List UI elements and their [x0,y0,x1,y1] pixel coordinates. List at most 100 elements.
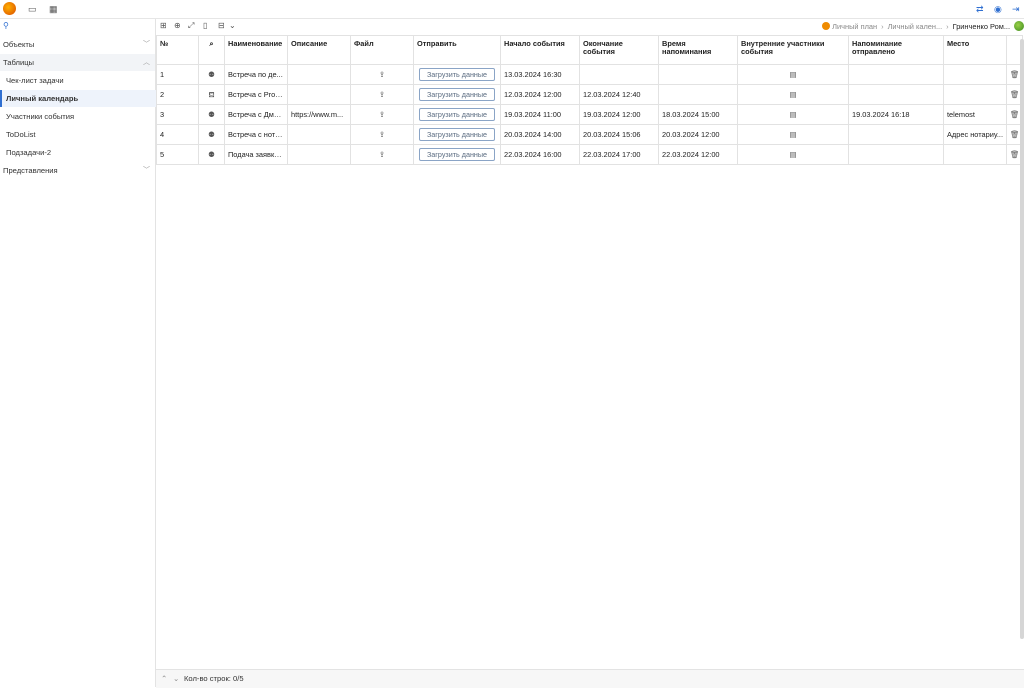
col-header-description[interactable]: Описание [287,35,351,65]
upload-data-button[interactable]: Загрузить данные [419,148,495,161]
table-row[interactable]: 4 ⚉ Встреча с нота... ⇪ Загрузить данные 20.0… [156,124,1023,145]
row-place[interactable]: Адрес нотариу... [943,124,1007,145]
row-name[interactable]: Встреча с нота... [224,124,288,145]
sidebar-item-subtasks[interactable]: Подзадачи-2 [0,144,155,161]
logout-icon[interactable]: ⇥ [1012,3,1020,15]
row-reminder[interactable]: 20.03.2024 12:00 [658,124,738,145]
row-reminder[interactable] [658,64,738,85]
app-logo[interactable] [3,2,16,15]
calendar-icon[interactable]: ▤ [737,64,849,85]
table-row[interactable]: 1 ⚉ Встреча по де... ⇪ Загрузить данные 13.03… [156,64,1023,85]
monitor-icon[interactable]: ▭ [28,3,37,15]
table-row[interactable]: 2 ⛾ Встреча с Prox... ⇪ Загрузить данные 12.0… [156,84,1023,105]
add-row-icon[interactable]: ⊕ [174,21,181,30]
row-reminder-sent[interactable] [848,144,944,165]
col-header-participants[interactable]: Внутренние участники события [737,35,849,65]
row-reminder[interactable]: 22.03.2024 12:00 [658,144,738,165]
row-reminder[interactable]: 18.03.2024 15:00 [658,104,738,125]
book-icon[interactable]: ▯ [203,21,207,30]
chevron-down-icon[interactable]: ⌄ [229,21,236,30]
sidebar-item-checklist[interactable]: Чек-лист задачи [0,72,155,89]
row-reminder-sent[interactable]: 19.03.2024 16:18 [848,104,944,125]
breadcrumb-item[interactable]: Личный план [832,22,877,31]
layout-icon[interactable]: ⊟ [218,21,225,30]
row-description[interactable] [287,64,351,85]
calendar-icon[interactable]: ▤ [737,144,849,165]
filter-icon[interactable]: ⊞ [160,21,167,30]
col-header-send[interactable]: Отправить [413,35,501,65]
row-name[interactable]: Встреча с Дми... [224,104,288,125]
upload-file-icon[interactable]: ⇪ [350,104,414,125]
row-end[interactable]: 12.03.2024 12:40 [579,84,659,105]
person-icon[interactable]: ⚉ [198,64,225,85]
row-name[interactable]: Встреча с Prox... [224,84,288,105]
upload-file-icon[interactable]: ⇪ [350,124,414,145]
row-place[interactable] [943,64,1007,85]
row-place[interactable] [943,84,1007,105]
row-description[interactable] [287,84,351,105]
person-icon[interactable]: ⚉ [198,104,225,125]
row-end[interactable]: 19.03.2024 12:00 [579,104,659,125]
row-place[interactable] [943,144,1007,165]
pin-icon[interactable]: ⚲ [3,21,9,30]
vertical-scrollbar[interactable] [1020,39,1024,639]
calendar-icon[interactable]: ▤ [737,124,849,145]
upload-data-button[interactable]: Загрузить данные [419,108,495,121]
calendar-icon[interactable]: ▤ [737,84,849,105]
person-icon[interactable]: ⚉ [198,144,225,165]
avatar[interactable] [1014,21,1024,31]
row-name[interactable]: Встреча по де... [224,64,288,85]
upload-file-icon[interactable]: ⇪ [350,144,414,165]
upload-data-button[interactable]: Загрузить данные [419,68,495,81]
breadcrumb-item[interactable]: Гринченко Ром... [953,22,1010,31]
expand-icon[interactable]: ⤢ [188,21,194,31]
row-start[interactable]: 20.03.2024 14:00 [500,124,580,145]
table-row[interactable]: 3 ⚉ Встреча с Дми... https://www.m... ⇪ Загру… [156,104,1023,125]
sidebar-item-todolist[interactable]: ToDoList [0,126,155,143]
table-row[interactable]: 5 ⚉ Подача заявки... ⇪ Загрузить данные 22.03… [156,144,1023,165]
user-circle-icon[interactable]: ◉ [994,3,1002,15]
row-reminder-sent[interactable] [848,124,944,145]
calendar-icon[interactable]: ▤ [737,104,849,125]
row-reminder[interactable] [658,84,738,105]
person-icon[interactable]: ⚉ [198,124,225,145]
col-header-name[interactable]: Наименование [224,35,288,65]
sidebar-objects-section[interactable]: Объекты ﹀ [0,36,155,53]
upload-file-icon[interactable]: ⇪ [350,84,414,105]
filter-down-icon[interactable]: ⌄ [173,674,179,683]
row-start[interactable]: 19.03.2024 11:00 [500,104,580,125]
row-end[interactable]: 20.03.2024 15:06 [579,124,659,145]
sidebar-item-event-participants[interactable]: Участники события [0,108,155,125]
row-end[interactable]: 22.03.2024 17:00 [579,144,659,165]
row-description[interactable]: https://www.m... [287,104,351,125]
sidebar-tables-section[interactable]: Таблицы ︿ [0,54,155,71]
row-start[interactable]: 12.03.2024 12:00 [500,84,580,105]
upload-file-icon[interactable]: ⇪ [350,64,414,85]
row-end[interactable] [579,64,659,85]
col-header-reminder[interactable]: Время напоминания [658,35,738,65]
row-reminder-sent[interactable] [848,64,944,85]
collapse-up-icon[interactable]: ⌃ [161,674,167,683]
row-description[interactable] [287,124,351,145]
row-reminder-sent[interactable] [848,84,944,105]
col-header-end[interactable]: Окончание события [579,35,659,65]
row-description[interactable] [287,144,351,165]
sidebar-item-personal-calendar[interactable]: Личный календарь [0,90,157,107]
row-start[interactable]: 13.03.2024 16:30 [500,64,580,85]
col-header-number[interactable]: № [156,35,199,65]
row-start[interactable]: 22.03.2024 16:00 [500,144,580,165]
col-header-file[interactable]: Файл [350,35,414,65]
upload-data-button[interactable]: Загрузить данные [419,128,495,141]
sidebar-views-section[interactable]: Представления ﹀ [0,162,155,179]
grid-icon[interactable]: ▦ [49,3,58,15]
swap-icon[interactable]: ⇄ [976,3,984,15]
breadcrumb-item[interactable]: Личный кален... [888,22,943,31]
search-icon[interactable]: ⌕ [198,35,225,65]
col-header-reminder-sent[interactable]: Напоминание отправлено [848,35,944,65]
upload-data-button[interactable]: Загрузить данные [419,88,495,101]
col-header-place[interactable]: Место [943,35,1007,65]
row-name[interactable]: Подача заявки... [224,144,288,165]
row-place[interactable]: telemost [943,104,1007,125]
col-header-start[interactable]: Начало события [500,35,580,65]
group-icon[interactable]: ⛾ [198,84,225,105]
